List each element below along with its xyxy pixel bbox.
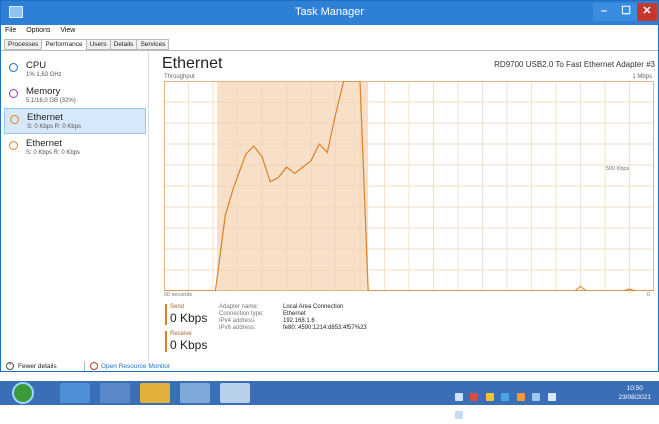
taskbar-clock[interactable]: 10:50 23/08/2021 <box>618 384 651 402</box>
minimize-button[interactable]: – <box>593 3 615 21</box>
sidebar-item-sub: S: 0 Kbps R: 0 Kbps <box>27 124 82 130</box>
sidebar-item-label: Memory <box>26 86 61 97</box>
system-tray <box>455 388 573 419</box>
sidebar-item-memory[interactable]: Memory 5,1/16,0 GB (32%) <box>4 83 146 109</box>
tray-flag-icon[interactable] <box>455 411 463 419</box>
property-row: Adapter name: Local Area Connection <box>219 304 344 310</box>
sidebar-item-label: Ethernet <box>26 138 62 149</box>
send-label: Send <box>170 304 185 310</box>
network-icon[interactable] <box>180 383 210 403</box>
ethernet-detail-panel: Ethernet RD9700 USB2.0 To Fast Ethernet … <box>162 51 658 361</box>
page-title: Ethernet <box>162 55 223 72</box>
clock-date: 23/08/2021 <box>618 394 651 401</box>
maximize-button[interactable]: ☐ <box>615 3 637 21</box>
property-row: Connection type: Ethernet <box>219 311 306 317</box>
taskmgr-window-icon[interactable] <box>220 383 250 403</box>
property-row: IPv6 address: fe80::4590:1214:d853:4f57%2… <box>219 325 367 331</box>
adapter-properties: Adapter name: Local Area Connection Conne… <box>219 304 367 332</box>
close-button[interactable]: ✕ <box>637 3 657 21</box>
start-button-icon[interactable] <box>12 382 34 404</box>
tab-processes[interactable]: Processes <box>4 39 43 50</box>
tab-details[interactable]: Details <box>109 39 138 50</box>
sidebar-item-sub: S: 0 Kbps R: 0 Kbps <box>26 150 81 156</box>
performance-content: CPU 1% 1,63 GHz Memory 5,1/16,0 GB (32%)… <box>1 50 658 361</box>
tab-strip: Processes Performance Users Details Serv… <box>4 39 170 50</box>
tray-folder-icon[interactable] <box>485 393 494 401</box>
sidebar-item-ethernet-2[interactable]: Ethernet S: 0 Kbps R: 0 Kbps <box>4 135 146 161</box>
tray-app-icon[interactable] <box>516 393 525 401</box>
ethernet-indicator-icon <box>10 115 19 124</box>
task-manager-icon[interactable] <box>60 383 90 403</box>
open-resource-monitor-link[interactable]: Open Resource Monitor <box>101 363 170 370</box>
max-scale-label: 1 Mbps <box>632 74 652 80</box>
property-row: IPv4 address: 192.168.1.6 <box>219 318 315 324</box>
receive-value: 0 Kbps <box>170 338 208 352</box>
clock-time: 10:50 <box>626 385 643 392</box>
sidebar-item-sub: 1% 1,63 GHz <box>26 72 62 78</box>
zero-label: 0 <box>647 292 651 298</box>
title-bar: Task Manager – ☐ ✕ <box>1 1 658 25</box>
sidebar-item-label: Ethernet <box>27 112 63 123</box>
sidebar-item-label: CPU <box>26 60 47 71</box>
sidebar-item-cpu[interactable]: CPU 1% 1,63 GHz <box>4 57 146 83</box>
send-stat: Send 0 Kbps <box>165 304 220 325</box>
throughput-chart <box>164 81 654 291</box>
send-value: 0 Kbps <box>170 311 208 325</box>
tab-performance[interactable]: Performance <box>41 39 87 50</box>
tray-keyboard-icon[interactable] <box>455 393 463 401</box>
footer-bar: ^ Fewer details Open Resource Monitor <box>1 360 658 373</box>
resource-monitor-icon[interactable] <box>90 362 98 370</box>
menu-bar: File Options View <box>1 25 658 38</box>
receive-label: Receive <box>170 331 192 337</box>
time-span-label: 60 seconds <box>164 292 193 298</box>
receive-stat: Receive 0 Kbps <box>165 331 220 352</box>
sidebar-item-ethernet-selected[interactable]: Ethernet S: 0 Kbps R: 0 Kbps <box>4 108 146 134</box>
menu-options[interactable]: Options <box>22 25 54 36</box>
ethernet-indicator-icon <box>9 141 18 150</box>
menu-view[interactable]: View <box>56 25 79 36</box>
cpu-indicator-icon <box>9 63 18 72</box>
folder-icon[interactable] <box>140 383 170 403</box>
memory-indicator-icon <box>9 89 18 98</box>
fewer-details-link[interactable]: Fewer details <box>18 363 57 370</box>
footer-divider <box>84 361 85 371</box>
throughput-label: Throughput <box>164 74 195 80</box>
tab-services[interactable]: Services <box>136 39 170 50</box>
chevron-up-icon[interactable]: ^ <box>6 362 14 370</box>
mid-scale-label: 500 Kbps <box>606 166 630 172</box>
task-manager-window: Task Manager – ☐ ✕ File Options View Pro… <box>0 0 659 372</box>
resource-sidebar: CPU 1% 1,63 GHz Memory 5,1/16,0 GB (32%)… <box>1 51 149 361</box>
explorer-icon[interactable] <box>100 383 130 403</box>
tray-sync-icon[interactable] <box>501 393 510 401</box>
tray-network-icon[interactable] <box>547 393 556 401</box>
menu-file[interactable]: File <box>1 25 20 36</box>
tray-volume-icon[interactable] <box>532 393 541 401</box>
ethernet-details: Send 0 Kbps Receive 0 Kbps Adapter name:… <box>165 304 645 359</box>
adapter-name: RD9700 USB2.0 To Fast Ethernet Adapter #… <box>494 60 655 69</box>
taskbar: 10:50 23/08/2021 <box>0 381 659 419</box>
tab-users[interactable]: Users <box>85 39 111 50</box>
tray-chrome-icon[interactable] <box>470 393 479 401</box>
window-title: Task Manager <box>294 6 365 18</box>
sidebar-item-sub: 5,1/16,0 GB (32%) <box>26 98 76 104</box>
